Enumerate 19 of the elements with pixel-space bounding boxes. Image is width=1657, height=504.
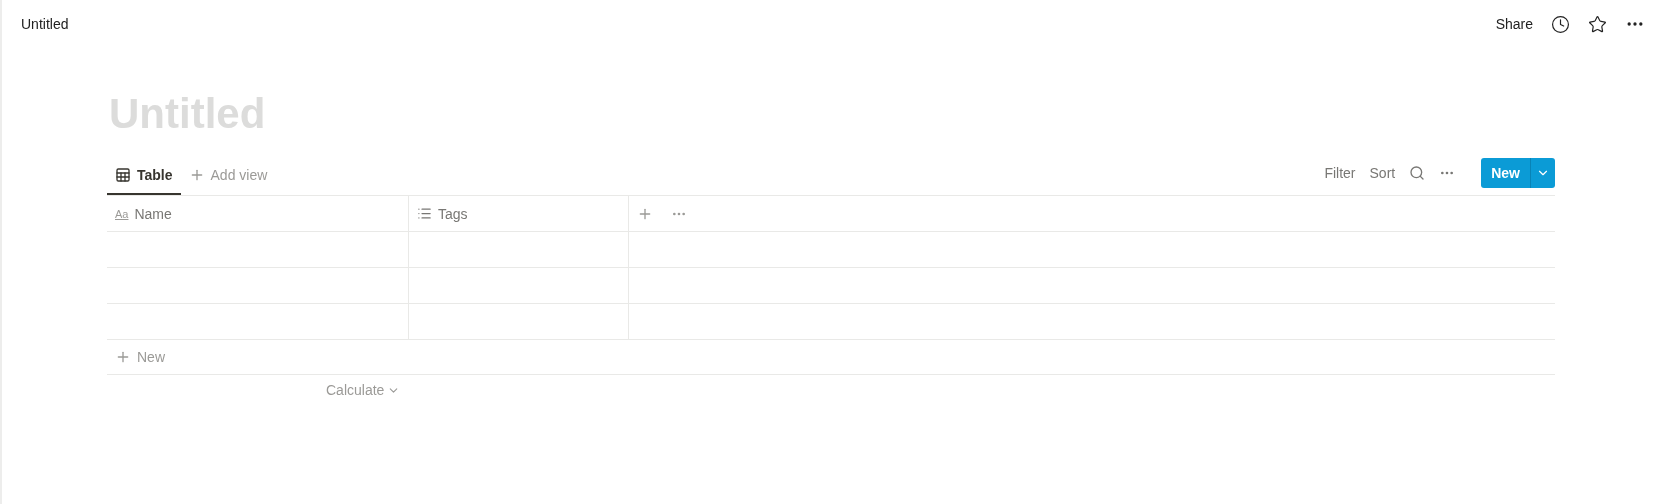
column-label: Name <box>134 205 172 222</box>
table-icon <box>115 167 131 183</box>
column-label: Tags <box>438 205 468 222</box>
new-row-button[interactable]: New <box>107 340 1555 375</box>
filter-button[interactable]: Filter <box>1324 165 1356 181</box>
plus-icon <box>115 349 131 365</box>
column-header[interactable]: Aa Name <box>107 196 409 232</box>
clock-icon[interactable] <box>1551 14 1570 34</box>
calculate-button[interactable]: Calculate <box>320 381 407 399</box>
share-button[interactable]: Share <box>1495 16 1533 32</box>
view-tab[interactable]: Add view <box>180 157 276 195</box>
star-icon[interactable] <box>1588 14 1607 34</box>
column-header[interactable]: Tags <box>409 196 629 232</box>
text-type-icon: Aa <box>115 207 129 220</box>
list-icon <box>417 206 432 221</box>
view-tab[interactable]: Table <box>107 157 181 195</box>
sort-button[interactable]: Sort <box>1369 165 1396 181</box>
breadcrumb[interactable]: Untitled <box>21 16 69 32</box>
search-icon[interactable] <box>1409 165 1426 181</box>
